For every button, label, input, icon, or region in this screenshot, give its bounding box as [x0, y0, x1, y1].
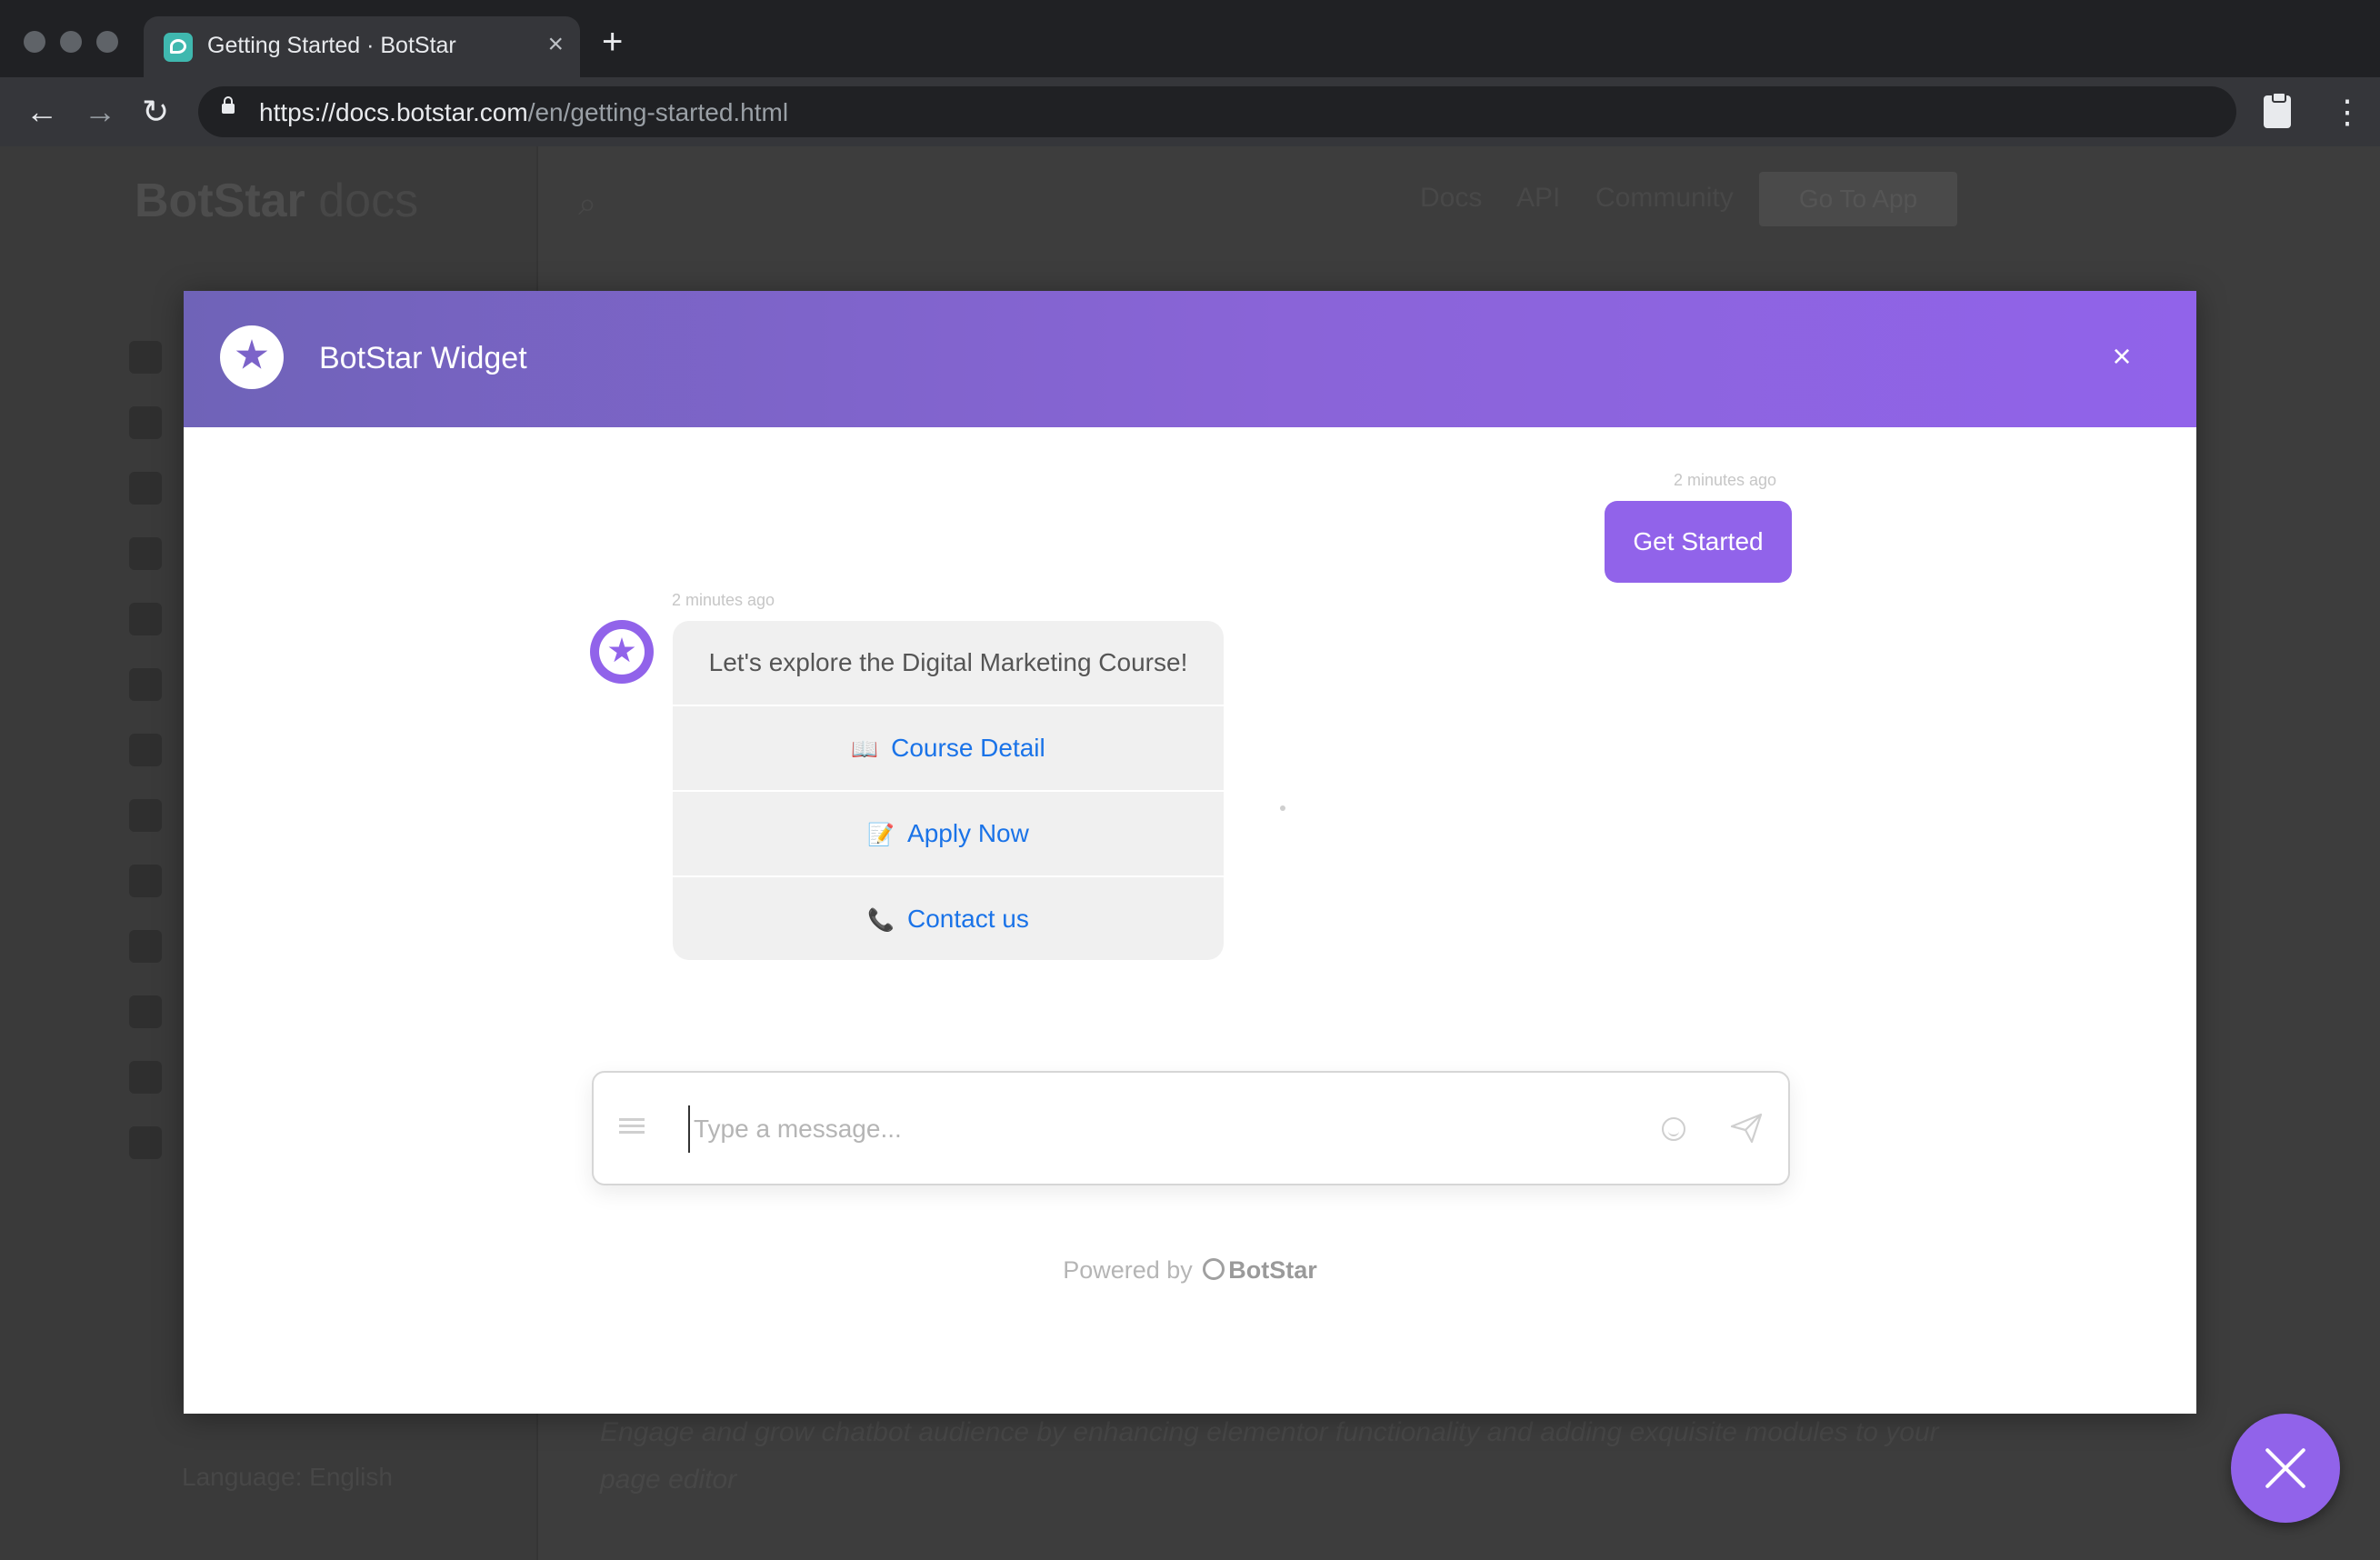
- browser-tab[interactable]: Getting Started · BotStar ×: [144, 16, 580, 77]
- message-input[interactable]: [688, 1105, 1659, 1153]
- docs-paragraph-line-1: Engage and grow chatbot audience by enha…: [600, 1417, 1939, 1447]
- upload-icon: [129, 472, 162, 505]
- home-icon: [129, 341, 162, 374]
- docs-search-icon: ⌕: [578, 185, 597, 222]
- botstar-widget-modal: BotStar Widget × 2 minutes ago Get Start…: [184, 291, 2196, 1414]
- grid-icon: [129, 995, 162, 1028]
- stethoscope-icon: [129, 865, 162, 897]
- powered-by-label: Powered by: [1063, 1256, 1193, 1284]
- gear-icon: [129, 537, 162, 570]
- docs-logo-main: BotStar: [135, 175, 305, 227]
- bot-message-timestamp: 2 minutes ago: [672, 591, 775, 609]
- go-to-app-button: Go To App: [1759, 172, 1957, 226]
- browser-menu-icon[interactable]: ⋮: [2331, 94, 2364, 130]
- contact-us-button[interactable]: 📞 Contact us: [673, 875, 1224, 960]
- powered-by-footer: Powered by BotStar: [184, 1256, 2196, 1285]
- back-button[interactable]: ←: [25, 94, 58, 130]
- docs-paragraph-line-2: page editor: [600, 1465, 737, 1495]
- typing-indicator-dot: [1280, 805, 1285, 811]
- menu-icon[interactable]: [619, 1118, 645, 1138]
- language-selector: Language: English: [182, 1463, 393, 1491]
- apply-now-button[interactable]: 📝 Apply Now: [673, 790, 1224, 875]
- book-icon: 📖: [851, 737, 879, 762]
- url-text[interactable]: https://docs.botstar.com/en/getting-star…: [259, 98, 788, 127]
- window-close-dot[interactable]: [24, 31, 45, 53]
- memo-icon: 📝: [867, 823, 895, 847]
- reload-button[interactable]: ↻: [142, 94, 169, 130]
- botstar-brand-icon: [1203, 1258, 1225, 1280]
- message-composer: [592, 1071, 1790, 1185]
- url-path: /en/getting-started.html: [527, 98, 789, 126]
- docs-logo-suffix: docs: [318, 175, 419, 227]
- window-minimize-dot[interactable]: [60, 31, 82, 53]
- contact-us-label: Contact us: [907, 905, 1029, 933]
- user-icon: [129, 668, 162, 701]
- botstar-logo-icon: [220, 325, 284, 389]
- people-icon: [129, 799, 162, 832]
- window-maximize-dot[interactable]: [96, 31, 118, 53]
- agent-icon: [129, 1061, 162, 1094]
- emoji-icon[interactable]: [1662, 1117, 1685, 1141]
- phone-icon: 📞: [867, 908, 895, 933]
- clipboard-icon[interactable]: [2264, 92, 2291, 128]
- widget-title: BotStar Widget: [319, 341, 527, 375]
- user-message-timestamp: 2 minutes ago: [1674, 471, 1777, 489]
- docs-nav-community: Community: [1595, 183, 1734, 213]
- chat-icon: [129, 603, 162, 635]
- tab-close-icon[interactable]: ×: [547, 29, 564, 60]
- docs-nav-docs: Docs: [1420, 183, 1483, 213]
- widget-header: BotStar Widget ×: [184, 291, 2196, 427]
- send-icon[interactable]: [1730, 1113, 1763, 1144]
- close-icon[interactable]: ×: [2104, 338, 2140, 375]
- apply-now-label: Apply Now: [907, 819, 1029, 847]
- forward-button[interactable]: →: [84, 94, 116, 130]
- calendar-icon: [129, 406, 162, 439]
- bot-message-text: Let's explore the Digital Marketing Cour…: [708, 648, 1188, 676]
- widget-toggle-close-button[interactable]: [2231, 1414, 2340, 1523]
- user-message-bubble: Get Started: [1605, 501, 1792, 583]
- powered-by-brand[interactable]: BotStar: [1228, 1256, 1317, 1284]
- address-bar[interactable]: https://docs.botstar.com/en/getting-star…: [198, 86, 2236, 137]
- botstar-favicon-icon: [164, 33, 193, 62]
- document-icon: [129, 1126, 162, 1159]
- bot-avatar: [590, 620, 654, 684]
- lock-icon: [222, 96, 235, 114]
- new-tab-button[interactable]: +: [602, 24, 623, 60]
- chart-icon: [129, 734, 162, 766]
- url-host: https://docs.botstar.com: [259, 98, 528, 126]
- bot-message-card: Let's explore the Digital Marketing Cour…: [673, 621, 1224, 960]
- course-detail-button[interactable]: 📖 Course Detail: [673, 705, 1224, 790]
- title-bar: Getting Started · BotStar × +: [0, 0, 2380, 77]
- docs-logo: BotStar docs: [135, 174, 418, 228]
- browser-toolbar: ← → ↻ https://docs.botstar.com/en/gettin…: [0, 77, 2380, 146]
- tab-title: Getting Started · BotStar: [207, 33, 456, 58]
- video-icon: [129, 930, 162, 963]
- browser-window: Getting Started · BotStar × + ← → ↻ http…: [0, 0, 2380, 1560]
- course-detail-label: Course Detail: [891, 734, 1045, 762]
- docs-nav-api: API: [1516, 183, 1561, 213]
